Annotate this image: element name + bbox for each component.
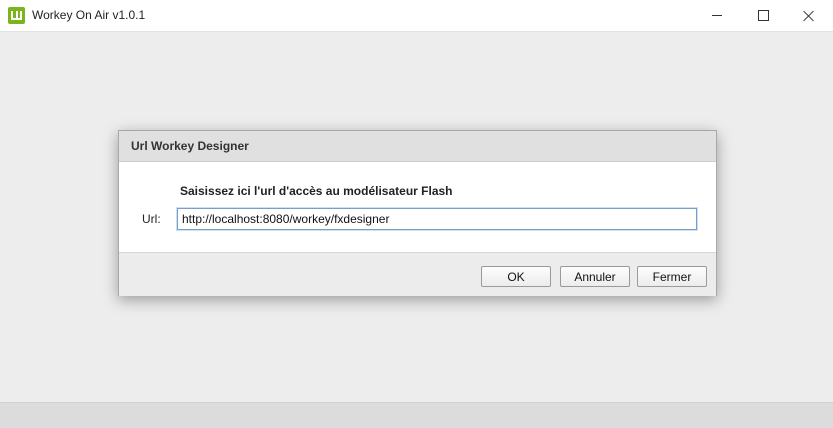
dialog-title: Url Workey Designer: [131, 139, 249, 153]
status-bar: [0, 402, 833, 428]
close-icon: [803, 10, 815, 22]
cancel-button[interactable]: Annuler: [560, 266, 630, 287]
ok-button[interactable]: OK: [481, 266, 551, 287]
maximize-button[interactable]: [740, 0, 786, 31]
app-window: Workey On Air v1.0.1 Url Workey Designer…: [0, 0, 833, 428]
url-input[interactable]: [177, 208, 697, 230]
url-dialog: Url Workey Designer Saisissez ici l'url …: [118, 130, 717, 296]
close-button[interactable]: Fermer: [637, 266, 707, 287]
dialog-prompt: Saisissez ici l'url d'accès au modélisat…: [180, 184, 453, 198]
maximize-icon: [757, 10, 769, 21]
close-window-button[interactable]: [786, 0, 832, 31]
url-label: Url:: [142, 212, 161, 226]
dialog-footer: OK Annuler Fermer: [119, 252, 716, 296]
minimize-icon: [712, 15, 722, 16]
minimize-button[interactable]: [694, 0, 740, 31]
workey-logo-icon: [8, 7, 25, 24]
title-bar[interactable]: Workey On Air v1.0.1: [0, 0, 833, 32]
dialog-header[interactable]: Url Workey Designer: [119, 131, 716, 162]
window-title: Workey On Air v1.0.1: [32, 8, 146, 22]
